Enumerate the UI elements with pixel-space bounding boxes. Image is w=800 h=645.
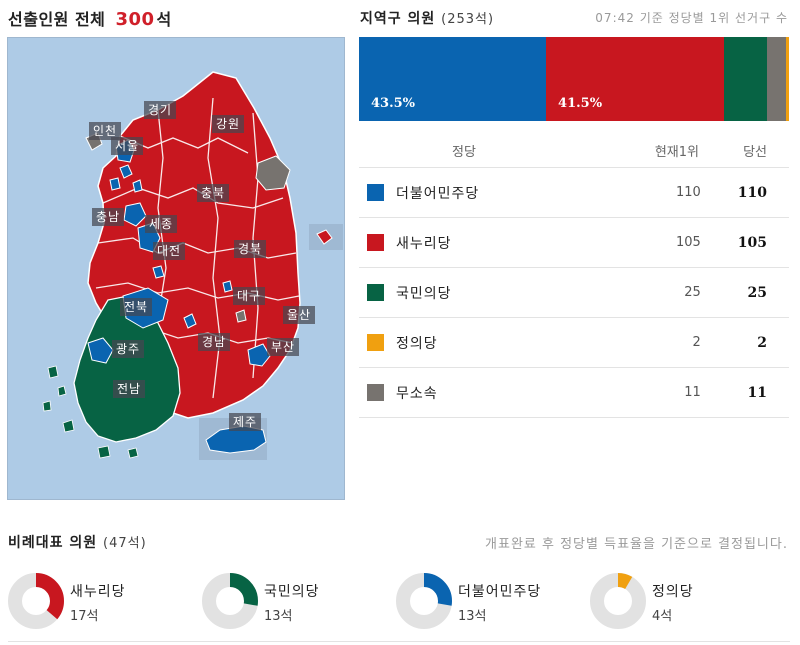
seat-share-donut [396, 573, 452, 629]
proportional-party-seats: 13석 [264, 609, 293, 624]
party-name: 더불어민주당 [396, 185, 480, 202]
district-update-note: 07:42 기준 정당별 1위 선거구 수 [595, 11, 788, 25]
share-segment[interactable]: 41.5% [546, 37, 725, 121]
proportional-party-name: 새누리당 [70, 584, 126, 600]
proportional-party-item[interactable]: 더불어민주당 13석 [396, 573, 586, 633]
current-first-count: 2 [692, 335, 701, 350]
map-label-gyeonggi[interactable]: 경기 [144, 101, 177, 119]
table-row[interactable]: 무소속 11 11 [359, 368, 789, 418]
header-current-first: 현재1위 [654, 145, 699, 160]
bottom-divider [8, 641, 790, 642]
map-label-ulsan[interactable]: 울산 [283, 306, 316, 324]
proportional-party-item[interactable]: 정의당 4석 [590, 573, 780, 633]
district-share-bar: 43.5% 41.5% [359, 37, 789, 121]
proportional-seats-count: (47석) [103, 536, 147, 551]
map-label-gwangju[interactable]: 광주 [112, 340, 145, 358]
party-name: 무소속 [396, 385, 438, 402]
table-body: 더불어민주당 110 110 새누리당 105 105 국민의당 25 25 정의당 2 2 무소속 11… [359, 168, 789, 418]
party-color-swatch [367, 184, 384, 201]
proportional-party-item[interactable]: 새누리당 17석 [8, 573, 198, 633]
district-seats-count: (253석) [441, 12, 495, 27]
header-elected: 당선 [743, 145, 767, 160]
party-color-swatch [367, 234, 384, 251]
share-percent-label: 43.5% [371, 96, 416, 111]
donut-track [590, 573, 646, 629]
proportional-seats-label: 비례대표 의원 [8, 535, 98, 551]
total-seats-unit: 석 [156, 10, 172, 29]
election-map[interactable]: 인천 경기 강원 서울 충북 충남 세종 대전 경북 전북 대구 울산 광주 경… [7, 37, 345, 500]
map-label-jeonbuk[interactable]: 전북 [120, 298, 153, 316]
party-color-swatch [367, 334, 384, 351]
map-label-gangwon[interactable]: 강원 [212, 115, 245, 133]
header-party: 정당 [452, 145, 476, 160]
current-first-count: 25 [684, 285, 701, 300]
map-label-sejong[interactable]: 세종 [145, 215, 178, 233]
party-color-swatch [367, 384, 384, 401]
elected-count: 110 [737, 184, 767, 201]
party-color-swatch [367, 284, 384, 301]
proportional-party-item[interactable]: 국민의당 13석 [202, 573, 392, 633]
map-label-busan[interactable]: 부산 [267, 338, 300, 356]
table-row[interactable]: 더불어민주당 110 110 [359, 168, 789, 218]
party-name: 새누리당 [396, 235, 452, 252]
map-label-daejeon[interactable]: 대전 [153, 242, 186, 260]
table-row[interactable]: 정의당 2 2 [359, 318, 789, 368]
share-percent-label: 41.5% [558, 96, 603, 111]
korea-map-graphic [42, 71, 343, 460]
proportional-party-seats: 4석 [652, 609, 673, 624]
total-seats-count: 300 [115, 9, 155, 30]
table-header: 정당 현재1위 당선 [359, 134, 789, 168]
elected-count: 11 [747, 384, 767, 401]
map-label-daegu[interactable]: 대구 [233, 287, 266, 305]
seat-share-donut [590, 573, 646, 629]
elected-count: 2 [757, 334, 767, 351]
party-name: 정의당 [396, 335, 438, 352]
map-label-chungbuk[interactable]: 충북 [197, 184, 230, 202]
party-results-table: 정당 현재1위 당선 더불어민주당 110 110 새누리당 105 105 국민의당 25 2… [359, 134, 789, 418]
map-label-chungnam[interactable]: 충남 [92, 208, 125, 226]
total-seats-label: 선출인원 전체 [8, 10, 106, 29]
map-label-jeju[interactable]: 제주 [229, 413, 262, 431]
table-row[interactable]: 국민의당 25 25 [359, 268, 789, 318]
map-label-gyeongnam[interactable]: 경남 [198, 333, 231, 351]
map-label-jeonnam[interactable]: 전남 [113, 380, 146, 398]
seat-share-donut [8, 573, 64, 629]
proportional-party-seats: 13석 [458, 609, 487, 624]
share-segment[interactable] [767, 37, 786, 121]
share-segment[interactable] [785, 37, 789, 121]
party-name: 국민의당 [396, 285, 452, 302]
proportional-party-seats: 17석 [70, 609, 99, 624]
elected-count: 105 [737, 234, 767, 251]
total-seats-title: 선출인원 전체 300 석 [8, 6, 172, 30]
proportional-party-name: 정의당 [652, 584, 694, 600]
current-first-count: 110 [675, 185, 701, 200]
share-segment[interactable] [724, 37, 768, 121]
map-label-gyeongbuk[interactable]: 경북 [234, 240, 267, 258]
seat-share-donut [202, 573, 258, 629]
current-first-count: 105 [675, 235, 701, 250]
map-label-seoul[interactable]: 서울 [111, 137, 144, 155]
proportional-note: 개표완료 후 정당별 득표율을 기준으로 결정됩니다. [485, 537, 788, 552]
table-row[interactable]: 새누리당 105 105 [359, 218, 789, 268]
elected-count: 25 [747, 284, 767, 301]
proportional-party-name: 더불어민주당 [458, 584, 542, 600]
district-seats-label: 지역구 의원 [360, 11, 436, 27]
proportional-party-name: 국민의당 [264, 584, 320, 600]
current-first-count: 11 [684, 385, 701, 400]
share-segment[interactable]: 43.5% [359, 37, 547, 121]
district-seats-title: 지역구 의원 (253석) [360, 8, 494, 28]
proportional-seats-title: 비례대표 의원 (47석) [8, 532, 147, 552]
